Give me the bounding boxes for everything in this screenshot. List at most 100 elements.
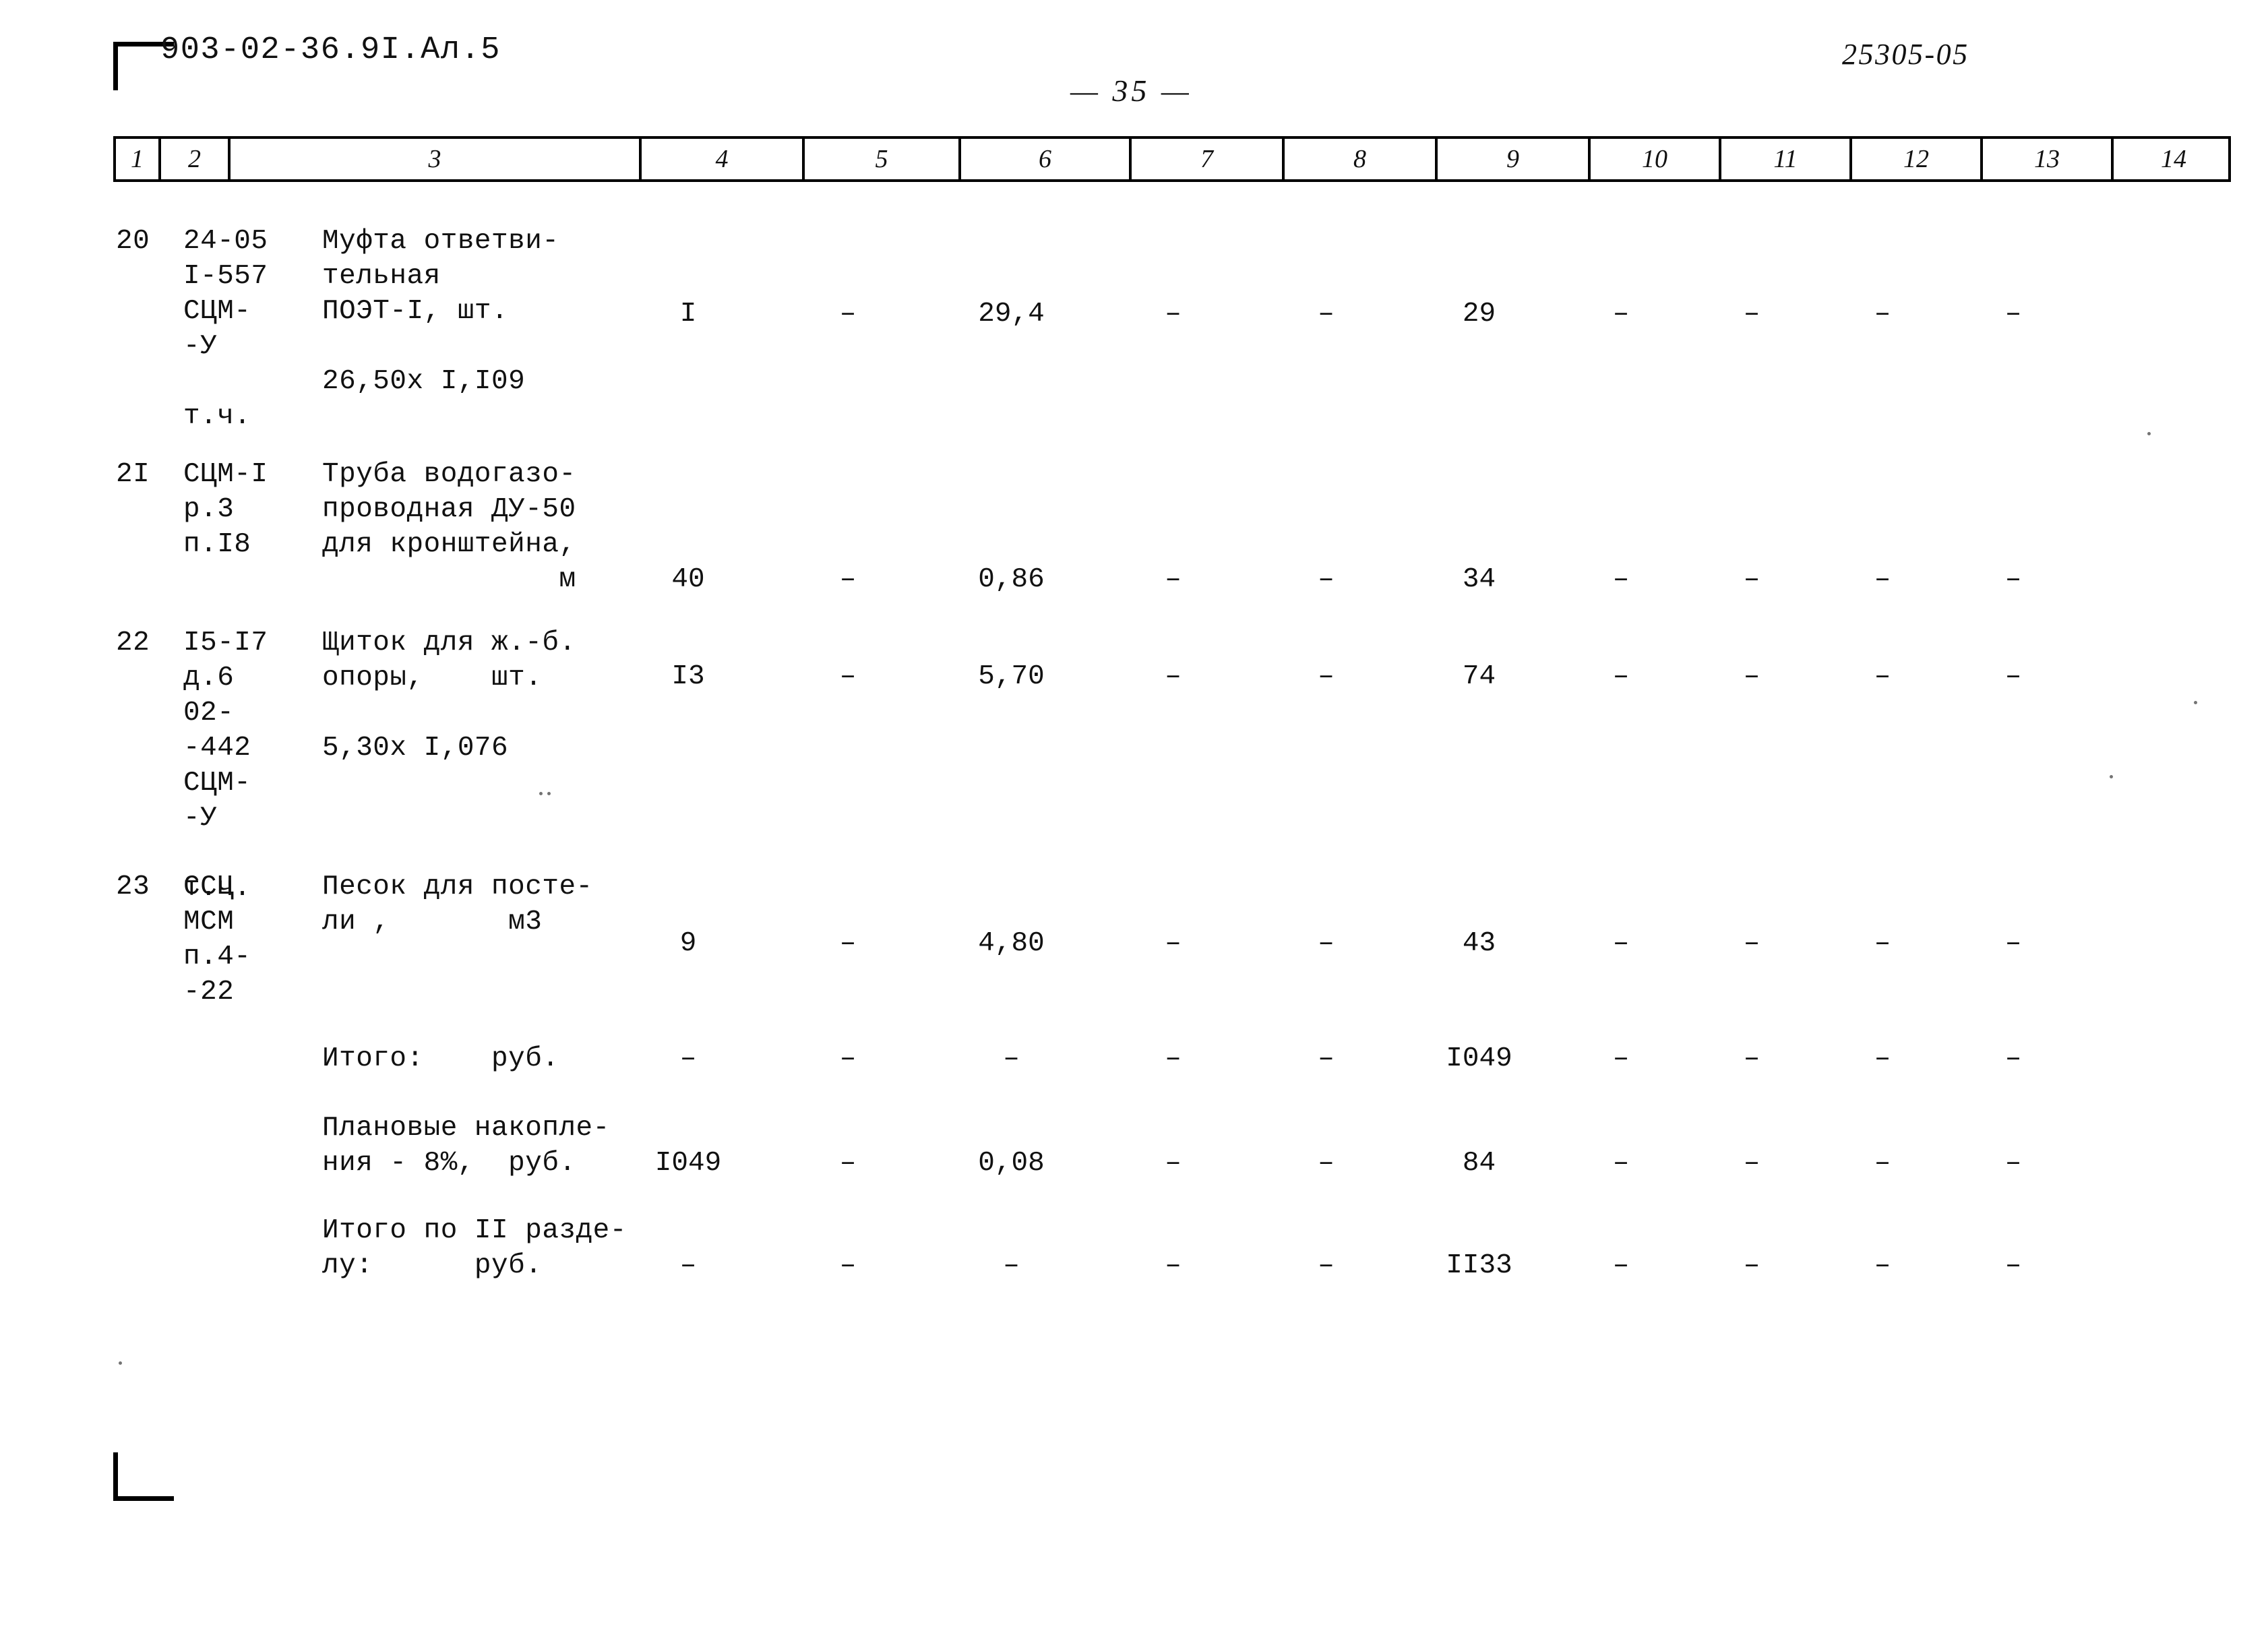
- table-cell-c8: –: [1318, 661, 1335, 692]
- table-cell-c11: –: [1743, 661, 1760, 692]
- column-header-8: 8: [1285, 139, 1438, 179]
- table-cell-c12: –: [1874, 928, 1891, 959]
- summary-cell-c9: 84: [1462, 1148, 1496, 1179]
- column-header-9: 9: [1438, 139, 1591, 179]
- summary-cell-c12: –: [1874, 1148, 1891, 1179]
- column-header-4: 4: [642, 139, 805, 179]
- scan-artifact: [119, 1361, 122, 1365]
- table-cell-c10: –: [1612, 661, 1630, 692]
- table-cell-c4: I: [679, 299, 697, 330]
- column-header-3: 3: [231, 139, 642, 179]
- table-cell-c13: –: [2004, 661, 2022, 692]
- table-row-code: ССЦ МСМ п.4- -22: [183, 871, 251, 1008]
- page-number: — 35 —: [1070, 73, 1192, 108]
- column-header-12: 12: [1852, 139, 1983, 179]
- table-row-code: СЦМ-I р.3 п.I8: [183, 459, 268, 560]
- summary-cell-c13: –: [2004, 1250, 2022, 1281]
- table-cell-c5: –: [839, 299, 857, 330]
- table-cell-c5: –: [839, 928, 857, 959]
- column-header-label: 9: [1506, 145, 1519, 173]
- summary-cell-c6: –: [1003, 1250, 1020, 1281]
- summary-cell-c11: –: [1743, 1250, 1760, 1281]
- column-header-13: 13: [1983, 139, 2114, 179]
- summary-cell-c9: I049: [1446, 1043, 1512, 1074]
- table-cell-c5: –: [839, 661, 857, 692]
- summary-cell-c11: –: [1743, 1148, 1760, 1179]
- summary-cell-c12: –: [1874, 1250, 1891, 1281]
- summary-cell-c5: –: [839, 1250, 857, 1281]
- summary-cell-c7: –: [1165, 1148, 1182, 1179]
- column-header-label: 12: [1903, 145, 1929, 173]
- table-cell-c13: –: [2004, 564, 2022, 595]
- summary-cell-c12: –: [1874, 1043, 1891, 1074]
- table-cell-c9: 34: [1462, 564, 1496, 595]
- column-header-row: 1 2 3 4 5 6 7 8 9 10 11 12 13 14: [113, 136, 2231, 182]
- column-header-label: 3: [428, 145, 441, 173]
- scan-artifact: [2194, 701, 2197, 704]
- summary-cell-c11: –: [1743, 1043, 1760, 1074]
- table-cell-c13: –: [2004, 299, 2022, 330]
- document-code: 903-02-36.9I.Ал.5: [160, 32, 501, 68]
- column-header-label: 7: [1200, 145, 1213, 173]
- table-row-number: 22: [116, 627, 150, 658]
- summary-cell-c13: –: [2004, 1148, 2022, 1179]
- summary-row-label: Итого по II разде- лу: руб.: [322, 1215, 627, 1281]
- table-cell-c5: –: [839, 564, 857, 595]
- table-cell-c12: –: [1874, 564, 1891, 595]
- summary-row-label: Плановые накопле- ния - 8%, руб.: [322, 1113, 610, 1179]
- scan-artifact: [2147, 432, 2151, 435]
- table-cell-c13: –: [2004, 928, 2022, 959]
- summary-cell-c4: I049: [654, 1148, 722, 1179]
- column-header-1: 1: [116, 139, 161, 179]
- table-cell-c10: –: [1612, 564, 1630, 595]
- column-header-label: 2: [188, 145, 201, 173]
- column-header-label: 4: [715, 145, 729, 173]
- summary-cell-c10: –: [1612, 1043, 1630, 1074]
- table-cell-c8: –: [1318, 564, 1335, 595]
- table-cell-c11: –: [1743, 564, 1760, 595]
- column-header-label: 10: [1642, 145, 1667, 173]
- column-header-label: 1: [131, 145, 144, 173]
- column-header-label: 11: [1773, 145, 1798, 173]
- table-cell-c9: 74: [1462, 661, 1496, 692]
- table-row-description: Труба водогазо- проводная ДУ-50 для крон…: [322, 459, 576, 595]
- summary-cell-c10: –: [1612, 1148, 1630, 1179]
- table-cell-c7: –: [1165, 299, 1182, 330]
- table-cell-c4: 9: [679, 928, 697, 959]
- table-cell-c8: –: [1318, 928, 1335, 959]
- table-cell-c12: –: [1874, 661, 1891, 692]
- summary-cell-c5: –: [839, 1148, 857, 1179]
- column-header-label: 6: [1039, 145, 1051, 173]
- table-cell-c10: –: [1612, 928, 1630, 959]
- summary-cell-c9: II33: [1446, 1250, 1512, 1281]
- column-header-10: 10: [1591, 139, 1721, 179]
- table-cell-c7: –: [1165, 661, 1182, 692]
- scan-artifact: [547, 792, 551, 795]
- table-cell-c9: 43: [1462, 928, 1496, 959]
- table-cell-c10: –: [1612, 299, 1630, 330]
- table-cell-c12: –: [1874, 299, 1891, 330]
- table-cell-c11: –: [1743, 928, 1760, 959]
- table-cell-c6: 5,70: [978, 661, 1045, 692]
- column-header-label: 5: [875, 145, 888, 173]
- summary-cell-c4: –: [679, 1250, 697, 1281]
- column-header-11: 11: [1721, 139, 1852, 179]
- table-row-code: I5-I7 д.6 02- -442 СЦМ- -У т.ч.: [183, 627, 268, 904]
- table-cell-c7: –: [1165, 928, 1182, 959]
- column-header-5: 5: [805, 139, 961, 179]
- summary-row-label: Итого: руб.: [322, 1043, 559, 1074]
- summary-cell-c7: –: [1165, 1250, 1182, 1281]
- table-cell-c6: 4,80: [978, 928, 1045, 959]
- column-header-label: 8: [1353, 145, 1366, 173]
- column-header-label: 14: [2161, 145, 2186, 173]
- summary-cell-c4: –: [679, 1043, 697, 1074]
- table-row-description: Щиток для ж.-б. опоры, шт. 5,30х I,076: [322, 627, 576, 764]
- table-cell-c4: I3: [671, 661, 705, 692]
- table-cell-c6: 29,4: [978, 299, 1045, 330]
- table-cell-c4: 40: [671, 564, 705, 595]
- column-header-2: 2: [161, 139, 231, 179]
- column-header-7: 7: [1132, 139, 1285, 179]
- table-row-number: 23: [116, 871, 150, 902]
- table-row-number: 2I: [116, 459, 150, 490]
- summary-cell-c10: –: [1612, 1250, 1630, 1281]
